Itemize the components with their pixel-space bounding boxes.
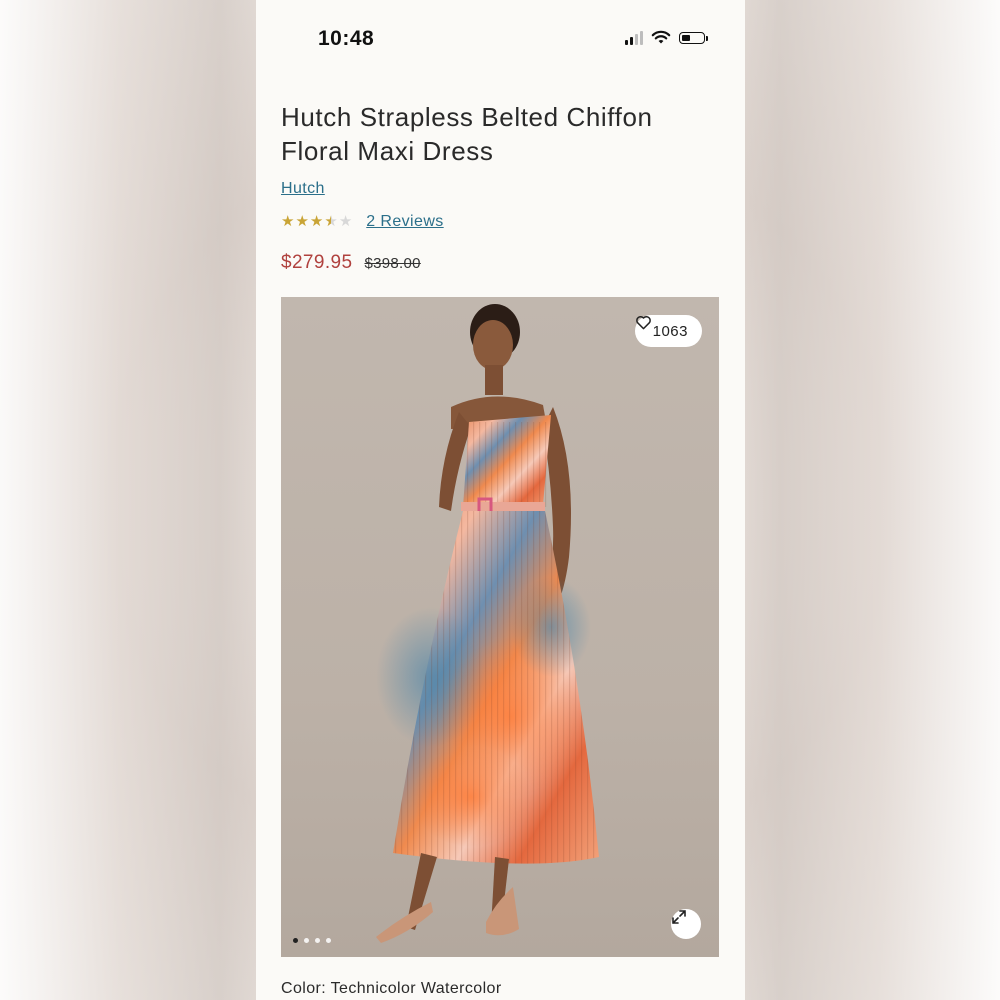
star-icon: ★: [324, 213, 338, 230]
wifi-icon: [651, 30, 671, 44]
phone-screen: 10:48 Hutch Strapless Belted Chiffon Flo…: [256, 0, 745, 1000]
star-rating[interactable]: ★ ★ ★ ★ ★: [281, 213, 352, 231]
price-row: $279.95 $398.00: [281, 252, 421, 274]
reviews-link[interactable]: 2 Reviews: [366, 213, 443, 231]
sale-price: $279.95: [281, 252, 353, 273]
expand-icon: [672, 910, 686, 924]
product-image[interactable]: 1063: [281, 297, 719, 957]
carousel-dots[interactable]: [293, 938, 331, 943]
original-price: $398.00: [364, 255, 421, 272]
carousel-dot[interactable]: [293, 938, 298, 943]
carousel-dot[interactable]: [304, 938, 309, 943]
signal-icon: [625, 30, 643, 45]
product-title: Hutch Strapless Belted Chiffon Floral Ma…: [281, 102, 653, 166]
color-value: Technicolor Watercolor: [330, 980, 502, 997]
star-icon: ★: [309, 213, 324, 230]
brand-link[interactable]: Hutch: [281, 180, 325, 198]
heart-icon: [635, 315, 651, 330]
model-dress-illustration: [376, 304, 599, 943]
rating-row: ★ ★ ★ ★ ★ 2 Reviews: [281, 213, 444, 231]
status-icons: [625, 30, 708, 45]
carousel-dot[interactable]: [326, 938, 331, 943]
battery-icon: [679, 31, 708, 44]
star-icon: ★: [281, 213, 295, 230]
likes-count: 1063: [652, 322, 688, 340]
status-time: 10:48: [318, 27, 375, 50]
color-label: Color:: [281, 980, 327, 997]
star-icon: ★: [338, 213, 353, 230]
carousel-dot[interactable]: [315, 938, 320, 943]
star-icon: ★: [295, 213, 309, 230]
expand-button[interactable]: [671, 909, 701, 939]
status-bar: 10:48: [256, 0, 745, 80]
likes-button[interactable]: 1063: [634, 315, 702, 347]
color-row: Color: Technicolor Watercolor: [281, 980, 502, 998]
